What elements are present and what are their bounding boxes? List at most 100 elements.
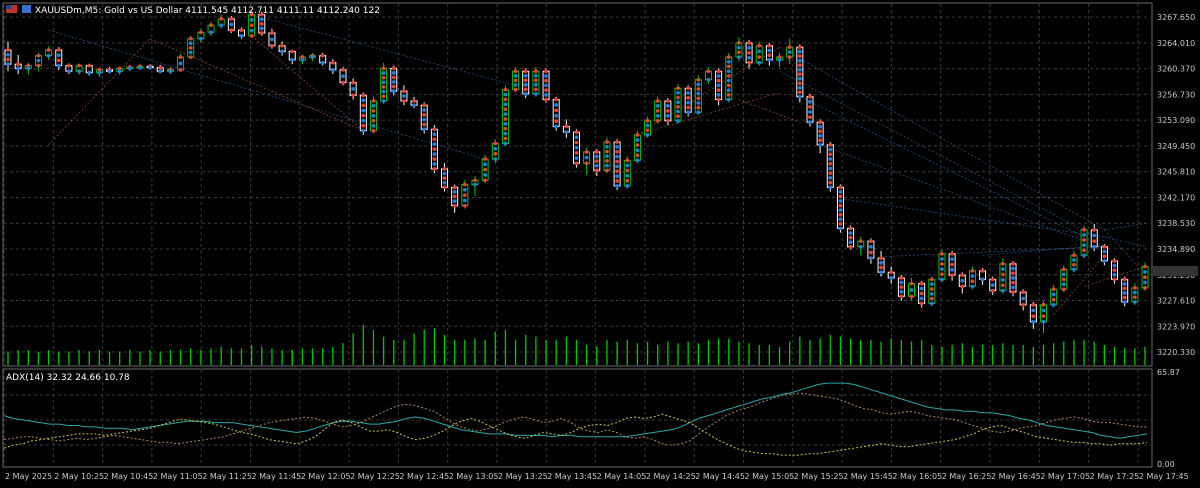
- price-chart[interactable]: 3267.650 3264.010 3260.370 3256.730 3253.090…: [0, 0, 1200, 484]
- buy-marker: [848, 231, 853, 235]
- sell-marker: [229, 28, 234, 33]
- sell-marker: [1102, 254, 1107, 259]
- chart-type-icon: [22, 5, 31, 13]
- sell-marker: [757, 43, 762, 48]
- sell-marker: [1143, 285, 1147, 290]
- buy-marker: [676, 100, 680, 105]
- buy-marker: [696, 101, 701, 105]
- trading-chart-window[interactable]: 3267.650 3264.010 3260.370 3256.730 3253.090…: [0, 0, 1200, 484]
- sell-marker: [188, 55, 193, 59]
- sell-marker: [188, 36, 193, 41]
- candle-body: [4, 49, 12, 65]
- sell-marker: [1072, 262, 1076, 267]
- sell-marker: [371, 108, 376, 113]
- sell-marker: [848, 235, 853, 240]
- buy-marker: [513, 83, 518, 87]
- buy-marker: [869, 244, 873, 249]
- sell-marker: [1031, 314, 1036, 319]
- sell-marker: [56, 48, 61, 52]
- sell-marker: [1112, 277, 1117, 282]
- buy-marker: [533, 73, 538, 78]
- buy-marker: [432, 152, 437, 156]
- sell-marker: [655, 108, 660, 113]
- sell-marker: [1000, 261, 1005, 266]
- sell-marker: [371, 128, 376, 133]
- sell-marker: [767, 43, 772, 48]
- sell-marker: [828, 152, 833, 157]
- buy-marker: [188, 41, 193, 46]
- sell-marker: [442, 167, 447, 171]
- sell-marker: [797, 63, 802, 68]
- buy-marker: [686, 91, 691, 95]
- sell-marker: [686, 105, 691, 110]
- buy-marker: [726, 88, 731, 93]
- sell-marker: [361, 123, 366, 128]
- buy-marker: [1082, 243, 1086, 247]
- sell-marker: [381, 66, 386, 71]
- sell-marker: [797, 72, 802, 77]
- sell-marker: [422, 103, 427, 108]
- sell-marker: [990, 277, 995, 282]
- buy-marker: [615, 145, 620, 149]
- price-tick-label: 3245.810: [1157, 168, 1195, 177]
- buy-marker: [919, 286, 924, 291]
- sell-marker: [797, 54, 802, 59]
- price-tick-label: 3256.730: [1157, 90, 1195, 99]
- buy-marker: [706, 77, 711, 82]
- time-tick-label: 2 May 12:05: [301, 472, 351, 481]
- sell-marker: [270, 31, 274, 35]
- sell-marker: [239, 28, 244, 33]
- buy-marker: [341, 74, 345, 79]
- sell-marker: [1041, 302, 1046, 307]
- buy-marker: [1000, 267, 1005, 272]
- buy-marker: [726, 59, 731, 64]
- price-tick-label: 3242.170: [1157, 193, 1195, 202]
- sell-marker: [929, 277, 934, 282]
- sell-marker: [178, 55, 183, 59]
- sell-marker: [909, 294, 914, 299]
- buy-marker: [87, 70, 92, 75]
- buy-marker: [797, 94, 802, 99]
- sell-marker: [554, 108, 559, 113]
- sell-marker: [1092, 239, 1097, 244]
- sell-marker: [330, 60, 335, 65]
- sell-marker: [696, 96, 701, 101]
- buy-marker: [320, 60, 325, 65]
- buy-marker: [929, 301, 934, 306]
- buy-marker: [899, 289, 904, 294]
- sell-marker: [544, 69, 548, 74]
- buy-marker: [696, 110, 701, 115]
- sell-marker: [665, 118, 670, 123]
- sell-marker: [716, 88, 721, 93]
- sell-marker: [960, 273, 965, 278]
- sell-marker: [828, 161, 833, 166]
- buy-marker: [432, 132, 437, 137]
- buy-marker: [462, 187, 467, 192]
- buy-marker: [280, 49, 284, 54]
- sell-marker: [909, 281, 914, 286]
- sell-marker: [950, 262, 955, 267]
- buy-marker: [605, 154, 609, 159]
- buy-marker: [970, 284, 975, 289]
- sell-marker: [290, 49, 295, 54]
- buy-marker: [808, 99, 812, 104]
- sell-marker: [361, 93, 366, 98]
- sell-marker: [270, 43, 274, 48]
- price-tick-label: 3249.450: [1157, 142, 1195, 151]
- buy-marker: [929, 282, 934, 287]
- sell-marker: [351, 80, 356, 85]
- buy-marker: [757, 60, 762, 65]
- sell-marker: [1051, 287, 1056, 292]
- sell-marker: [574, 130, 579, 135]
- sell-marker: [594, 159, 599, 164]
- sell-marker: [747, 60, 751, 65]
- buy-marker: [513, 73, 518, 78]
- sell-marker: [605, 159, 609, 163]
- buy-marker: [980, 277, 985, 282]
- sell-marker: [422, 122, 427, 127]
- sell-marker: [726, 55, 731, 59]
- buy-marker: [361, 108, 366, 113]
- buy-marker: [1031, 319, 1036, 324]
- sell-marker: [1112, 259, 1117, 263]
- buy-marker: [716, 92, 721, 97]
